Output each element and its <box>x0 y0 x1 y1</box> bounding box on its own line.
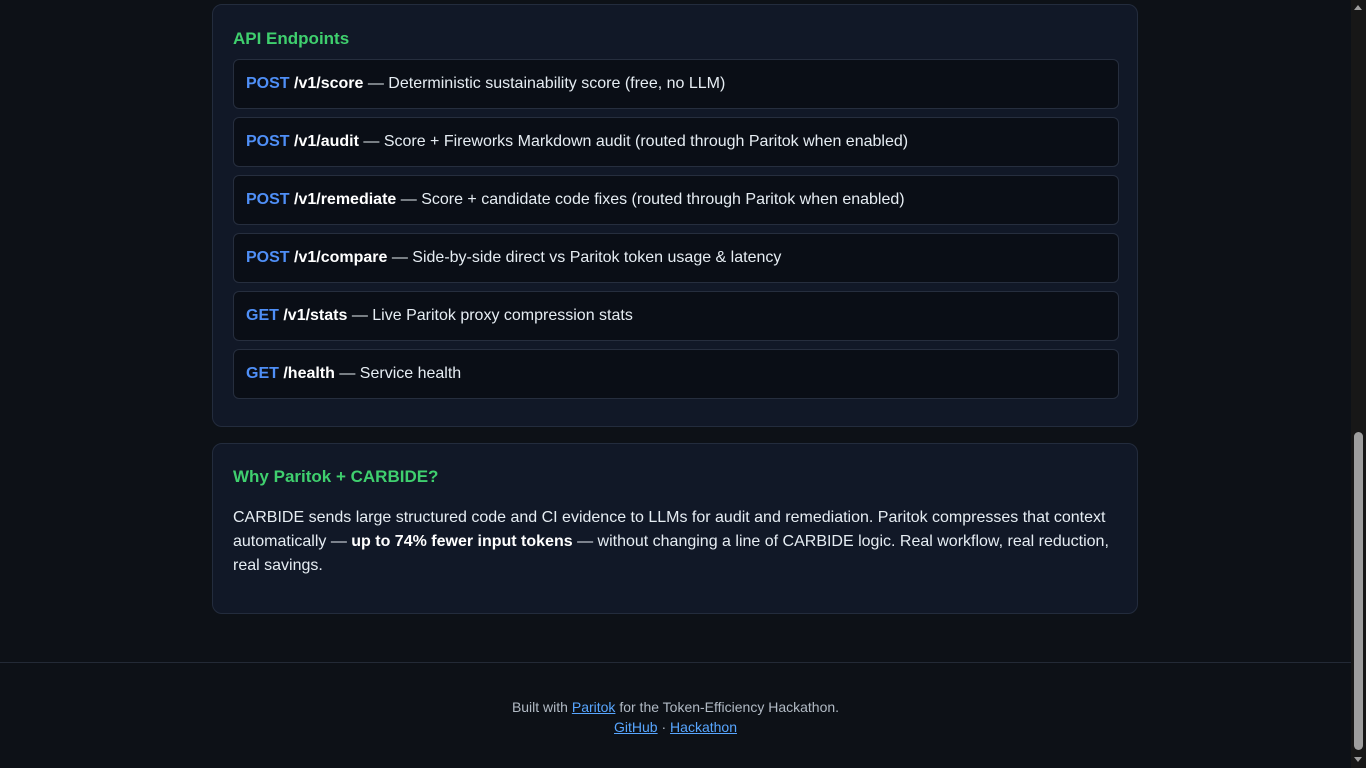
endpoint-row: POST /v1/audit — Score + Fireworks Markd… <box>233 117 1119 167</box>
why-title: Why Paritok + CARBIDE? <box>233 467 439 486</box>
endpoint-path: /health <box>283 365 335 382</box>
github-link[interactable]: GitHub <box>614 719 658 735</box>
hackathon-link[interactable]: Hackathon <box>670 719 737 735</box>
endpoint-row: POST /v1/remediate — Score + candidate c… <box>233 175 1119 225</box>
endpoint-method: POST <box>246 191 290 208</box>
endpoint-row: GET /v1/stats — Live Paritok proxy compr… <box>233 291 1119 341</box>
why-text-highlight: up to 74% fewer input tokens <box>351 533 573 550</box>
endpoint-row: GET /health — Service health <box>233 349 1119 399</box>
endpoint-method: POST <box>246 75 290 92</box>
endpoint-method: POST <box>246 133 290 150</box>
vertical-scrollbar[interactable] <box>1351 0 1366 768</box>
footer-links: GitHub · Hackathon <box>0 718 1351 736</box>
endpoint-path: /v1/remediate <box>294 191 397 208</box>
footer-credit: Built with Paritok for the Token-Efficie… <box>0 698 1351 716</box>
footer-separator: · <box>657 719 671 735</box>
page: API Endpoints POST /v1/score — Determini… <box>0 0 1351 768</box>
footer: Built with Paritok for the Token-Efficie… <box>0 662 1351 768</box>
endpoint-path: /v1/compare <box>294 249 388 266</box>
endpoint-method: GET <box>246 365 279 382</box>
endpoint-method: GET <box>246 307 279 324</box>
endpoint-path: /v1/stats <box>283 307 348 324</box>
why-description: CARBIDE sends large structured code and … <box>233 506 1119 578</box>
endpoint-row: POST /v1/score — Deterministic sustainab… <box>233 59 1119 109</box>
endpoint-path: /v1/audit <box>294 133 359 150</box>
footer-built-suffix: for the Token-Efficiency Hackathon. <box>615 699 840 715</box>
endpoint-description: — Side-by-side direct vs Paritok token u… <box>387 249 782 266</box>
scroll-up-arrow-icon[interactable] <box>1354 5 1362 10</box>
endpoint-description: — Live Paritok proxy compression stats <box>347 307 633 324</box>
footer-built-prefix: Built with <box>511 699 572 715</box>
endpoint-method: POST <box>246 249 290 266</box>
endpoint-row: POST /v1/compare — Side-by-side direct v… <box>233 233 1119 283</box>
endpoint-description: — Score + candidate code fixes (routed t… <box>396 191 905 208</box>
endpoint-description: — Deterministic sustainability score (fr… <box>363 75 726 92</box>
api-endpoints-card: API Endpoints POST /v1/score — Determini… <box>212 4 1138 427</box>
scrollbar-thumb[interactable] <box>1354 432 1363 750</box>
why-card: Why Paritok + CARBIDE? CARBIDE sends lar… <box>212 443 1138 614</box>
api-endpoints-title: API Endpoints <box>233 29 350 48</box>
scroll-down-arrow-icon[interactable] <box>1354 757 1362 762</box>
endpoint-description: — Service health <box>334 365 462 382</box>
paritok-link[interactable]: Paritok <box>572 699 616 715</box>
endpoint-path: /v1/score <box>294 75 364 92</box>
endpoint-description: — Score + Fireworks Markdown audit (rout… <box>358 133 909 150</box>
